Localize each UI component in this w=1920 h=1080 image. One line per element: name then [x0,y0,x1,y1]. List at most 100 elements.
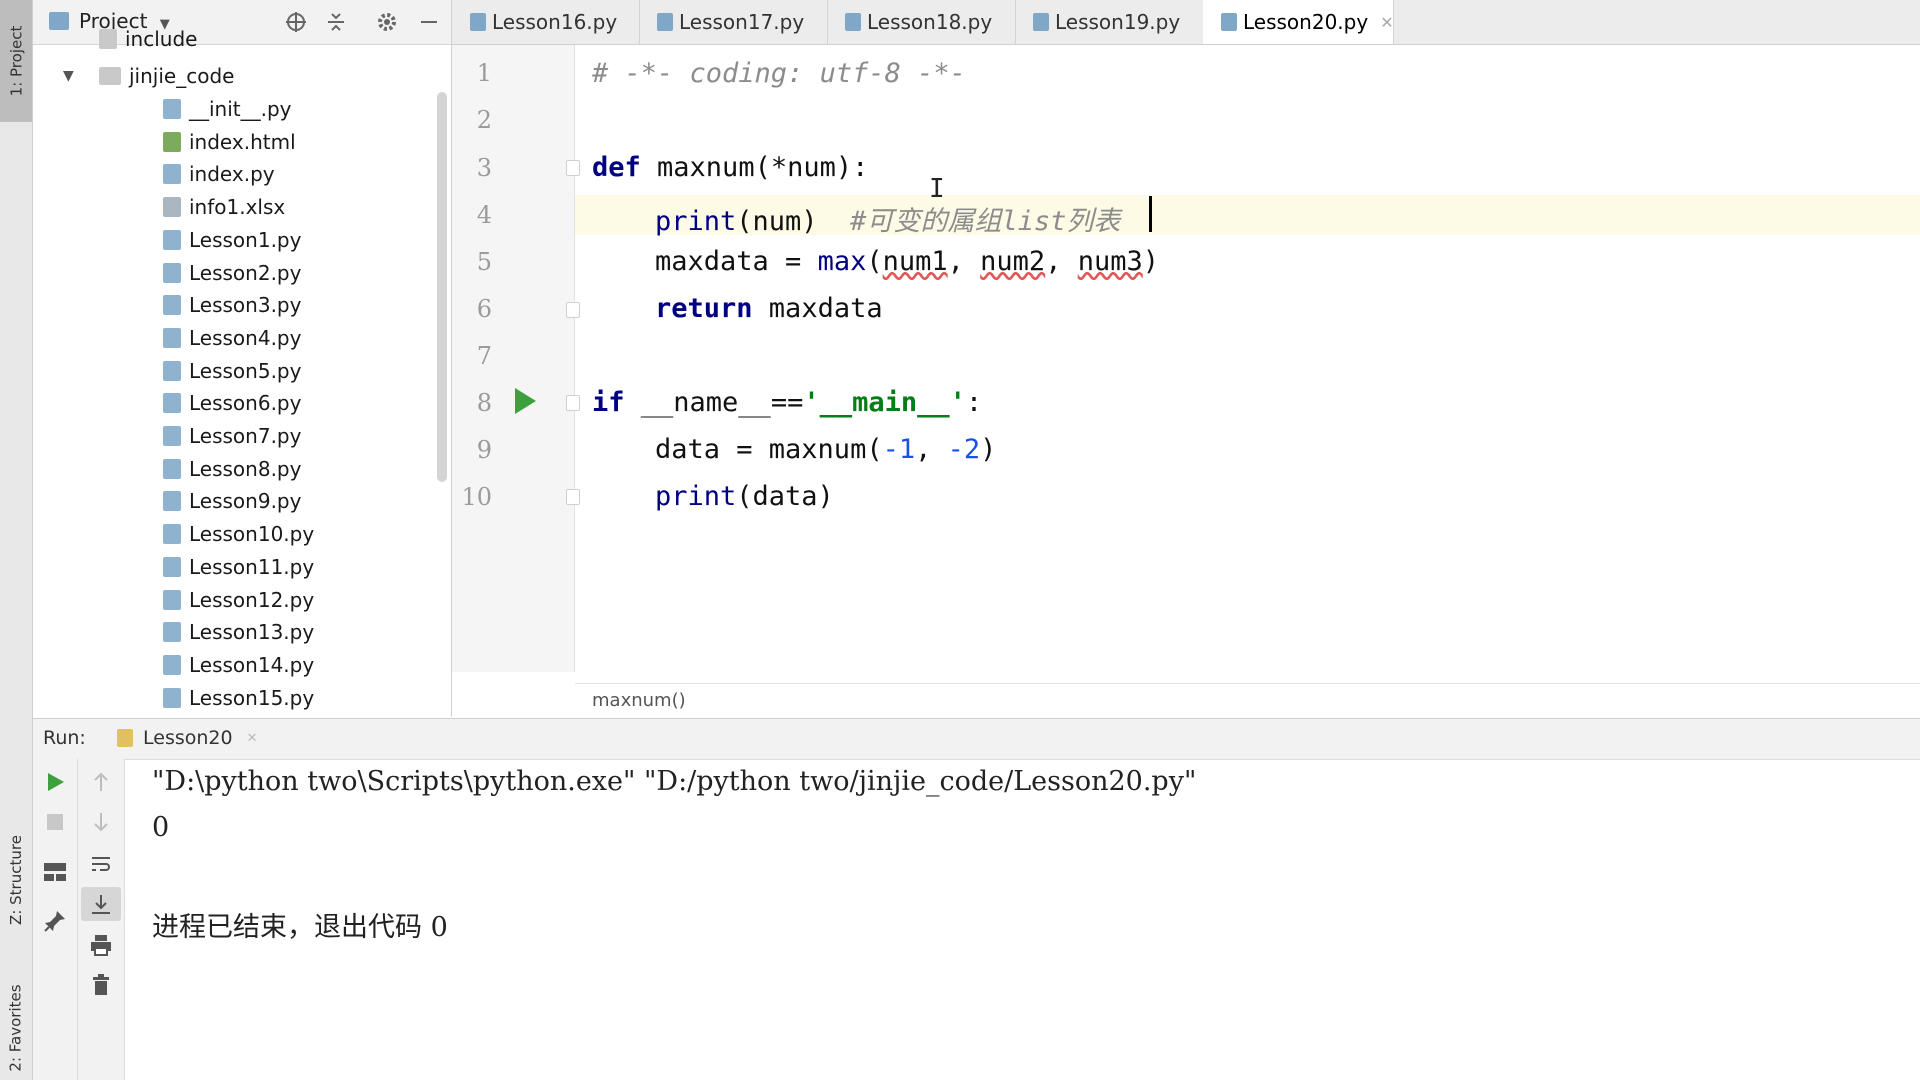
tab-lesson18[interactable]: Lesson18.py [827,0,1016,44]
gear-icon[interactable] [376,11,398,33]
fold-marker[interactable] [566,395,580,411]
code-line-3[interactable]: def maxnum(*num): [592,152,868,183]
soft-wrap-icon[interactable] [90,853,112,875]
code-builtin: print [655,206,737,237]
code-text: : [965,387,983,418]
python-file-icon [163,230,181,250]
layout-icon[interactable] [42,861,68,883]
fold-marker[interactable] [566,302,580,318]
arrow-up-icon[interactable] [90,771,112,793]
code-text: ( [866,246,883,277]
tree-item-include[interactable]: include [99,28,197,50]
tree-item-file[interactable]: Lesson6.py [163,387,301,419]
line-number: 2 [476,106,492,134]
code-line-8[interactable]: if __name__=='__main__': [592,387,982,418]
tree-item-file[interactable]: Lesson8.py [163,453,301,485]
code-builtin: max [817,246,867,277]
code-text: maxnum(*num): [640,152,869,183]
locate-file-icon[interactable] [285,11,307,33]
run-line-icon[interactable] [512,386,538,416]
python-file-icon [845,13,861,31]
tree-item-file[interactable]: Lesson1.py [163,224,301,256]
fold-marker[interactable] [566,489,580,505]
line-number: 8 [476,389,492,417]
tree-item-label: Lesson10.py [189,522,315,546]
tree-item-jinjie-code[interactable]: ▼ jinjie_code [63,60,234,92]
run-tab-lesson20[interactable]: Lesson20 ✕ [117,727,258,749]
stop-icon[interactable] [44,811,66,833]
tree-item-label: Lesson12.py [189,588,315,612]
folder-icon [99,29,117,49]
tree-item-label: index.html [189,130,296,154]
minimize-icon[interactable] [418,11,440,33]
code-line-4[interactable]: print(num) #可变的属组list列表 [655,199,1120,238]
tree-item-label: Lesson11.py [189,555,315,579]
close-icon[interactable]: ✕ [1380,13,1393,32]
tree-item-file[interactable]: Lesson12.py [163,584,314,616]
python-file-icon [163,524,181,544]
python-file-icon [163,99,181,119]
breadcrumb-item[interactable]: maxnum() [592,690,686,711]
tree-item-file[interactable]: index.py [163,158,275,190]
code-line-6[interactable]: return maxdata [655,293,883,324]
code-line-5[interactable]: maxdata = max(num1, num2, num3) [655,246,1159,277]
arrow-down-icon[interactable] [90,811,112,833]
code-text: , [1045,246,1078,277]
fold-marker[interactable] [566,160,580,176]
chevron-down-icon[interactable]: ▼ [63,68,99,84]
tree-item-file[interactable]: Lesson3.py [163,289,301,321]
structure-tool-tab[interactable]: Z: Structure [0,815,32,945]
python-file-icon [657,13,673,31]
unresolved-reference: num3 [1077,246,1143,277]
tree-item-file[interactable]: Lesson9.py [163,485,301,517]
line-number: 9 [476,436,492,464]
python-file-icon [163,459,181,479]
pin-icon[interactable] [43,909,67,933]
project-panel: Project ▼ include ▼ jinjie_code __init__… [33,0,452,717]
tree-item-file[interactable]: Lesson14.py [163,649,314,681]
tree-item-file[interactable]: Lesson5.py [163,355,301,387]
tree-item-label: __init__.py [189,97,292,121]
tree-item-label: index.py [189,162,275,186]
python-file-icon [163,590,181,610]
code-line-1[interactable]: # -*- coding: utf-8 -*- [592,58,966,89]
code-line-9[interactable]: data = maxnum(-1, -2) [655,434,996,465]
text-cursor-icon: I [929,174,945,204]
tree-item-file[interactable]: info1.xlsx [163,191,285,223]
tree-item-file[interactable]: Lesson4.py [163,322,301,354]
tab-lesson20[interactable]: Lesson20.py ✕ [1203,0,1394,44]
rerun-icon[interactable] [44,771,66,793]
collapse-all-icon[interactable] [325,11,347,33]
code-keyword: def [592,152,641,183]
code-text: (data) [736,481,834,512]
tree-item-file[interactable]: Lesson7.py [163,420,301,452]
tab-lesson17[interactable]: Lesson17.py [639,0,828,44]
python-file-icon [163,426,181,446]
tab-lesson16[interactable]: Lesson16.py [452,0,640,44]
tree-item-file[interactable]: Lesson11.py [163,551,314,583]
python-file-icon [1221,13,1237,31]
tree-item-file[interactable]: Lesson2.py [163,257,301,289]
run-panel-header: Run: Lesson20 ✕ [33,718,1920,760]
tree-item-file[interactable]: Lesson13.py [163,616,314,648]
project-scrollbar[interactable] [437,92,447,482]
favorites-tool-tab[interactable]: 2: Favorites [0,975,32,1080]
tree-item-file[interactable]: Lesson15.py [163,682,314,714]
tree-item-label: Lesson2.py [189,261,302,285]
code-text: ) [980,434,997,465]
python-file-icon [1033,13,1049,31]
scroll-to-end-toggle[interactable] [81,887,121,921]
tree-item-label: Lesson5.py [189,359,302,383]
code-text: ) [1142,246,1159,277]
tab-lesson19[interactable]: Lesson19.py [1015,0,1204,44]
project-tool-tab[interactable]: 1: Project [0,0,32,122]
run-label: Run: [43,727,86,749]
print-icon[interactable] [89,933,113,957]
code-line-10[interactable]: print(data) [655,481,834,512]
tree-item-file[interactable]: Lesson10.py [163,518,314,550]
close-icon[interactable]: ✕ [247,731,258,746]
tree-item-file[interactable]: index.html [163,126,296,158]
tree-item-file[interactable]: __init__.py [163,93,292,125]
python-file-icon [163,688,181,708]
trash-icon[interactable] [90,973,112,997]
